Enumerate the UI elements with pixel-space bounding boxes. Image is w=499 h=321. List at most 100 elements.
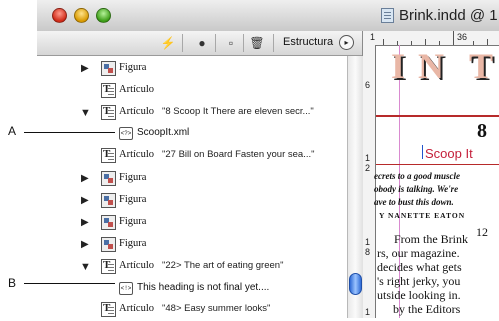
ruler-number: 2 xyxy=(365,163,371,173)
tree-row-figura[interactable]: ▶ Figura xyxy=(37,190,347,212)
headline-letter: T xyxy=(469,46,495,86)
article-element-icon xyxy=(101,83,116,98)
xml-filename: ScoopIt.xml xyxy=(137,127,190,138)
window-title: Brink.indd @ 1 xyxy=(399,7,498,24)
intro-line: ave to bust this down. xyxy=(374,197,454,207)
ruler-tick xyxy=(383,39,384,45)
window-title-bar: Brink.indd @ 1 xyxy=(37,0,499,32)
intro-line: ecrets to a good muscle xyxy=(374,171,460,181)
figure-element-icon xyxy=(101,193,116,208)
document-icon xyxy=(381,8,394,23)
element-content-snippet: "48> Easy summer looks" xyxy=(162,303,271,314)
vertical-scrollbar[interactable] xyxy=(347,56,363,318)
ruler-number: 8 xyxy=(365,247,371,257)
element-tag-label: Artículo xyxy=(119,260,154,271)
expand-triangle-icon[interactable]: ▶ xyxy=(81,195,89,206)
expand-triangle-icon[interactable]: ▶ xyxy=(81,217,89,228)
toolbar-divider xyxy=(273,34,274,52)
ruler-number: 36 xyxy=(457,32,468,42)
trash-icon[interactable]: 🗑 xyxy=(248,35,266,51)
body-line: by the Editors xyxy=(393,302,461,316)
tree-row-xml-file[interactable]: <?> ScoopIt.xml xyxy=(37,123,347,145)
expand-triangle-icon[interactable]: ▶ xyxy=(81,173,89,184)
callout-line-b xyxy=(24,283,115,284)
structure-toolbar: ⚡ ● ▫ 🗑 Estructura ▸ xyxy=(37,31,362,56)
structure-label: Estructura xyxy=(283,36,334,48)
ruler-number: 1 xyxy=(370,32,376,42)
ruler-number: 1 xyxy=(365,153,371,163)
tree-row-articulo[interactable]: Artículo xyxy=(37,80,347,102)
tree-row-figura[interactable]: ▶ Figura xyxy=(37,58,347,80)
article-element-icon xyxy=(101,148,116,163)
ruler-tick xyxy=(411,41,412,45)
article-number: 8 xyxy=(477,120,487,142)
tree-row-articulo-eating-green[interactable]: ▼ Artículo "22> The art of eating green" xyxy=(37,256,347,278)
byline: Y NANETTE EATON xyxy=(379,211,466,220)
rule-line xyxy=(376,115,499,117)
tree-row-articulo-scoop-it[interactable]: ▼ Artículo "8 Scoop It There are eleven … xyxy=(37,102,347,124)
structure-menu-button[interactable]: ▸ xyxy=(339,35,354,50)
toolbar-divider xyxy=(182,34,183,52)
element-tag-label: Artículo xyxy=(119,106,154,117)
ruler-number: 1 xyxy=(365,307,371,317)
page-number: 12 xyxy=(476,225,488,239)
callout-label-b: B xyxy=(8,276,17,290)
element-tag-label: Figura xyxy=(119,62,147,73)
collapse-triangle-icon[interactable]: ▼ xyxy=(80,107,91,119)
rule-line xyxy=(376,164,499,165)
new-attribute-icon[interactable]: ▫ xyxy=(222,35,240,51)
article-element-icon xyxy=(101,302,116,317)
element-tag-label: Artículo xyxy=(119,84,154,95)
text-cursor xyxy=(422,145,423,159)
element-tag-label: Figura xyxy=(119,172,147,183)
add-element-icon[interactable]: ● xyxy=(193,35,211,51)
element-tag-label: Figura xyxy=(119,194,147,205)
minimize-window-button[interactable] xyxy=(74,8,89,23)
element-tag-label: Artículo xyxy=(119,303,154,314)
expand-triangle-icon[interactable]: ▶ xyxy=(81,239,89,250)
close-window-button[interactable] xyxy=(52,8,67,23)
element-tag-label: Figura xyxy=(119,238,147,249)
ruler-number: 6 xyxy=(365,80,371,90)
scrollbar-thumb[interactable] xyxy=(349,273,362,295)
show-tag-markers-icon[interactable]: ⚡ xyxy=(159,35,177,51)
comment-text: This heading is not final yet.... xyxy=(137,282,270,293)
element-tag-label: Artículo xyxy=(119,149,154,160)
structure-pane: ⚡ ● ▫ 🗑 Estructura ▸ ▶ Figura Artículo ▼… xyxy=(37,31,363,318)
element-content-snippet: "8 Scoop It There are eleven secr..." xyxy=(162,106,314,117)
tree-row-figura[interactable]: ▶ Figura xyxy=(37,212,347,234)
article-subhead[interactable]: Scoop It xyxy=(425,146,473,161)
toolbar-divider xyxy=(215,34,216,52)
body-line: From the Brink xyxy=(394,232,468,246)
element-content-snippet: "22> The art of eating green" xyxy=(162,260,284,271)
zoom-window-button[interactable] xyxy=(96,8,111,23)
collapse-triangle-icon[interactable]: ▼ xyxy=(80,261,91,273)
element-content-snippet: "27 Bill on Board Fasten your sea..." xyxy=(162,149,315,160)
callout-label-a: A xyxy=(8,124,17,138)
ruler-tick xyxy=(453,31,454,45)
figure-element-icon xyxy=(101,61,116,76)
element-tag-label: Figura xyxy=(119,216,147,227)
intro-line: obody is talking. We're xyxy=(374,184,459,194)
toolbar-divider xyxy=(243,34,244,52)
document-view[interactable]: 1 36 6 1 2 1 8 1 2 I N T 8 Scoop It ecre… xyxy=(363,31,499,318)
tree-row-figura[interactable]: ▶ Figura xyxy=(37,168,347,190)
figure-element-icon xyxy=(101,237,116,252)
xml-comment-icon: <?> xyxy=(119,127,133,140)
body-line: 's right jerky, you xyxy=(377,274,461,288)
callout-line-a xyxy=(24,132,115,133)
vertical-ruler[interactable]: 6 1 2 1 8 1 2 xyxy=(363,45,376,318)
article-element-icon xyxy=(101,259,116,274)
headline-letter: I xyxy=(391,46,407,86)
body-line: rs, our magazine. xyxy=(377,246,460,260)
headline-letter: N xyxy=(418,46,445,86)
horizontal-ruler[interactable]: 1 36 xyxy=(363,31,499,46)
tree-row-figura[interactable]: ▶ Figura xyxy=(37,234,347,256)
tree-row-comment[interactable]: <!> This heading is not final yet.... xyxy=(37,278,347,300)
body-line: utside looking in. xyxy=(377,288,461,302)
comment-icon: <!> xyxy=(119,282,133,295)
tree-row-articulo-bill[interactable]: Artículo "27 Bill on Board Fasten your s… xyxy=(37,145,347,167)
figure-element-icon xyxy=(101,171,116,186)
expand-triangle-icon[interactable]: ▶ xyxy=(81,63,89,74)
ruler-number: 1 xyxy=(365,237,371,247)
